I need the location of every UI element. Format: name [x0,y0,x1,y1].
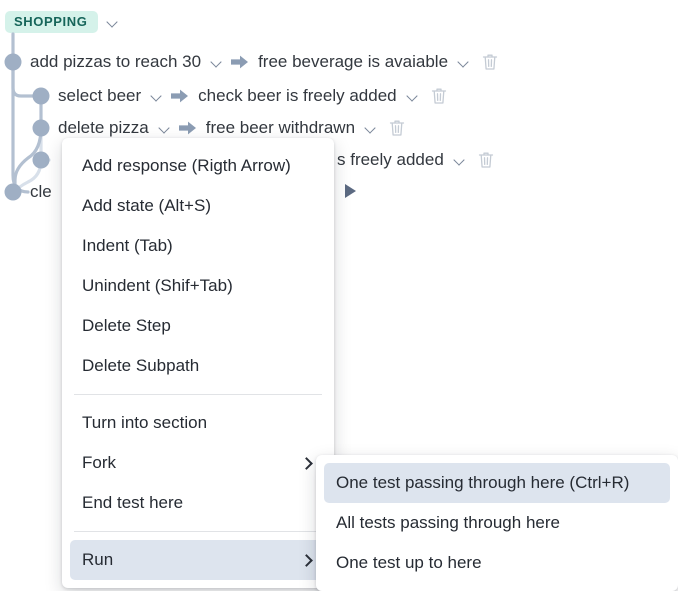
step-row[interactable]: s freely added [337,150,494,170]
submenu-item-one-test-up-to-here[interactable]: One test up to here [324,543,670,583]
menu-item-label: All tests passing through here [336,513,560,532]
menu-item-delete-step[interactable]: Delete Step [70,306,326,346]
menu-divider [74,394,322,395]
step-row[interactable]: cle [30,182,52,202]
trash-icon[interactable] [482,53,498,71]
chevron-down-icon[interactable] [455,155,466,166]
run-step-button[interactable] [342,182,358,200]
trash-icon[interactable] [478,151,494,169]
menu-item-end-test-here[interactable]: End test here [70,483,326,523]
step-response-text[interactable]: free beer withdrawn [206,118,355,138]
submenu-item-one-test-passing-through-here[interactable]: One test passing through here (Ctrl+R) [324,463,670,503]
menu-item-add-response[interactable]: Add response (Rigth Arrow) [70,146,326,186]
menu-divider [74,531,322,532]
menu-item-run[interactable]: Run [70,540,326,580]
menu-item-label: One test up to here [336,553,482,572]
menu-item-label: Delete Subpath [82,356,200,375]
arrow-right-icon [231,55,249,69]
step-response-text[interactable]: free beverage is avaiable [258,52,448,72]
step-row[interactable]: delete pizza free beer withdrawn [58,118,405,138]
menu-item-label: Indent (Tab) [82,236,173,255]
play-icon[interactable] [342,182,358,200]
menu-item-fork[interactable]: Fork [70,443,326,483]
chevron-down-icon[interactable] [152,91,163,102]
step-action-text[interactable]: cle [30,182,52,202]
chevron-down-icon[interactable] [408,91,419,102]
menu-item-label: Add state (Alt+S) [82,196,211,215]
context-menu[interactable]: Add response (Rigth Arrow) Add state (Al… [62,138,334,588]
arrow-right-icon [171,89,189,103]
step-response-text[interactable]: s freely added [337,150,444,170]
chevron-down-icon[interactable] [212,57,223,68]
run-submenu[interactable]: One test passing through here (Ctrl+R) A… [316,455,678,591]
menu-item-label: End test here [82,493,184,512]
step-row[interactable]: select beer check beer is freely added [58,86,447,106]
step-response-text[interactable]: check beer is freely added [198,86,396,106]
menu-item-label: Fork [82,453,116,472]
chevron-right-icon [302,456,312,470]
trash-icon[interactable] [389,119,405,137]
menu-item-label: Run [82,550,114,569]
step-action-text[interactable]: add pizzas to reach 30 [30,52,201,72]
menu-item-add-state[interactable]: Add state (Alt+S) [70,186,326,226]
menu-item-label: One test passing through here (Ctrl+R) [336,473,630,492]
menu-item-label: Turn into section [82,413,208,432]
chevron-right-icon [302,553,312,567]
menu-item-label: Unindent (Shif+Tab) [82,276,233,295]
chevron-down-icon[interactable] [459,57,470,68]
trash-icon[interactable] [431,87,447,105]
submenu-item-all-tests-passing-through-here[interactable]: All tests passing through here [324,503,670,543]
menu-item-indent[interactable]: Indent (Tab) [70,226,326,266]
chevron-down-icon[interactable] [160,123,171,134]
chevron-down-icon[interactable] [366,123,377,134]
step-action-text[interactable]: select beer [58,86,141,106]
step-action-text[interactable]: delete pizza [58,118,149,138]
menu-item-unindent[interactable]: Unindent (Shif+Tab) [70,266,326,306]
menu-item-turn-into-section[interactable]: Turn into section [70,403,326,443]
menu-item-label: Delete Step [82,316,171,335]
step-row[interactable]: add pizzas to reach 30 free beverage is … [30,52,498,72]
menu-item-delete-subpath[interactable]: Delete Subpath [70,346,326,386]
arrow-right-icon [178,121,196,135]
menu-item-label: Add response (Rigth Arrow) [82,156,291,175]
